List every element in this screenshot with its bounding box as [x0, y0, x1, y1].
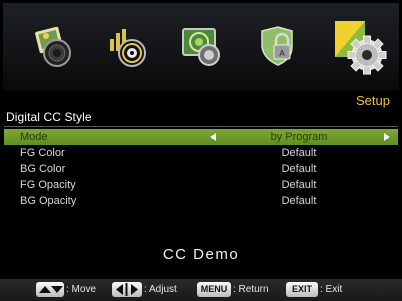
setting-label: FG Opacity — [20, 179, 76, 191]
settings-list: Mode by Program FG Color Default BG Colo… — [4, 129, 398, 209]
up-down-key-icon — [36, 282, 64, 297]
setting-label: Mode — [20, 131, 48, 143]
tv-osd-screen: A Setup Digital CC Style Mode by Program… — [0, 0, 402, 301]
title-divider — [4, 126, 398, 127]
setting-label: BG Opacity — [20, 195, 77, 207]
arrow-right-icon[interactable] — [384, 133, 390, 141]
svg-text:A: A — [279, 49, 285, 58]
section-label: Setup — [356, 93, 390, 108]
cc-demo-preview: CC Demo — [162, 246, 240, 263]
setting-value: Default — [281, 147, 317, 159]
setting-row-fg-color[interactable]: FG Color Default — [4, 145, 398, 161]
exit-key: EXIT — [286, 282, 318, 297]
menu-key: MENU — [197, 282, 231, 297]
footer-hints: : Move : Adjust MENU : Return EXIT : Exi… — [0, 279, 402, 301]
channel-icon[interactable] — [179, 25, 225, 69]
setting-row-fg-opacity[interactable]: FG Opacity Default — [4, 177, 398, 193]
exit-hint: : Exit — [320, 284, 343, 295]
lock-icon[interactable]: A — [256, 25, 302, 69]
sound-icon[interactable] — [104, 25, 150, 69]
picture-icon[interactable] — [29, 25, 75, 69]
page-title: Digital CC Style — [6, 110, 92, 124]
left-right-key-icon — [112, 282, 142, 297]
setting-row-bg-color[interactable]: BG Color Default — [4, 161, 398, 177]
adjust-hint: : Adjust — [144, 284, 177, 295]
setting-label: FG Color — [20, 147, 65, 159]
setup-gear-icon[interactable] — [333, 19, 389, 75]
return-hint: : Return — [233, 284, 269, 295]
setting-value: Default — [281, 163, 317, 175]
setting-label: BG Color — [20, 163, 66, 175]
setting-row-mode[interactable]: Mode by Program — [4, 129, 398, 145]
menu-icon-bar: A — [3, 3, 399, 91]
setting-value: by Program — [270, 131, 328, 143]
setting-value: Default — [281, 179, 317, 191]
setting-value: Default — [281, 195, 317, 207]
setting-row-bg-opacity[interactable]: BG Opacity Default — [4, 193, 398, 209]
move-hint: : Move — [66, 284, 97, 295]
